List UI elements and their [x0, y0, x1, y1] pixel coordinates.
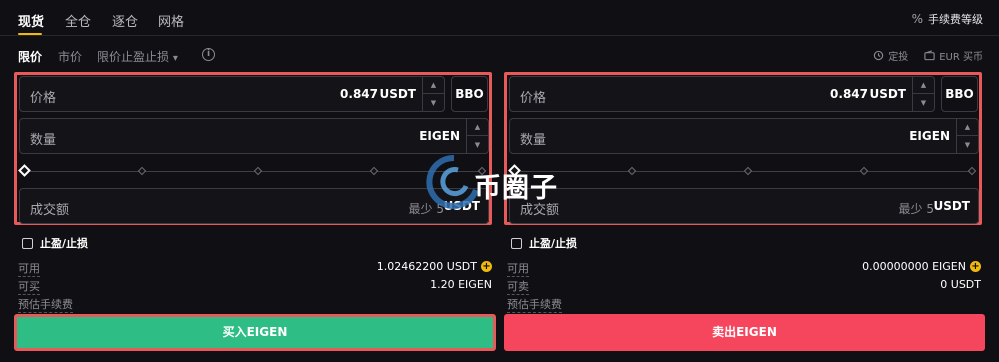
sell-quantity-unit: EIGEN: [909, 129, 950, 143]
buy-price-label: 价格: [30, 91, 57, 106]
sell-fee-label: 预估手续费: [507, 298, 562, 313]
slider-mark-75[interactable]: [369, 166, 379, 176]
buy-quantity-label: 数量: [30, 133, 57, 148]
sell-available-value: 0.00000000 EIGEN: [862, 260, 966, 273]
buy-submit-button[interactable]: 买入EIGEN: [14, 314, 496, 351]
sell-percent-slider[interactable]: [508, 164, 979, 178]
auto-invest-button[interactable]: 定投: [873, 48, 908, 63]
sell-fee-row: 预估手续费: [507, 296, 981, 313]
chevron-down-icon: ▾: [172, 53, 178, 64]
auto-invest-label: 定投: [888, 52, 909, 63]
sell-quantity-increment[interactable]: ▲: [957, 119, 978, 136]
sell-price-stepper: ▲ ▼: [912, 77, 934, 111]
buy-price-value: 0.847: [340, 87, 378, 101]
order-type-tpsl-label: 限价止盈止损: [97, 50, 170, 64]
sell-price-increment[interactable]: ▲: [913, 77, 934, 94]
sell-tpsl-label: 止盈/止损: [529, 237, 578, 250]
buy-price-decrement[interactable]: ▼: [423, 94, 444, 111]
order-type-market[interactable]: 市价: [58, 48, 82, 65]
buy-available-label: 可用: [18, 262, 40, 277]
slider-mark-100[interactable]: [477, 166, 487, 176]
buy-quantity-increment[interactable]: ▲: [467, 119, 488, 136]
info-icon[interactable]: i: [202, 48, 215, 61]
sell-bbo-button[interactable]: BBO: [941, 76, 978, 112]
buy-tpsl-label: 止盈/止损: [40, 237, 89, 250]
sell-price-unit: USDT: [869, 87, 906, 101]
sell-amount-label: 成交额: [520, 203, 560, 218]
sell-price-value: 0.847: [830, 87, 868, 101]
slider-mark-50[interactable]: [253, 166, 263, 176]
buy-tpsl-checkbox[interactable]: [22, 237, 33, 249]
buy-quantity-unit: EIGEN: [419, 129, 460, 143]
tab-grid[interactable]: 网格: [158, 11, 184, 30]
slider-mark-50[interactable]: [743, 166, 753, 176]
buy-price-unit: USDT: [379, 87, 416, 101]
buy-amount-field[interactable]: 成交额 最少 5 USDT: [19, 188, 489, 224]
slider-handle[interactable]: [508, 164, 521, 177]
tab-isolated-margin[interactable]: 逐仓: [112, 11, 138, 30]
sell-quantity-field[interactable]: 数量 EIGEN ▲ ▼: [509, 118, 979, 154]
sell-max-value: 0 USDT: [940, 278, 981, 291]
sell-amount-min: 最少 5: [898, 202, 934, 216]
sell-amount-field[interactable]: 成交额 最少 5 USDT: [509, 188, 979, 224]
buy-available-value: 1.02462200 USDT: [376, 260, 477, 273]
buy-max-label: 可买: [18, 280, 40, 295]
sell-quantity-decrement[interactable]: ▼: [957, 136, 978, 153]
percent-icon: %: [911, 12, 923, 26]
sell-tpsl-checkbox[interactable]: [511, 237, 522, 249]
slider-mark-25[interactable]: [137, 166, 147, 176]
sell-price-decrement[interactable]: ▼: [913, 94, 934, 111]
right-tools: 定投 EUR 买币: [873, 48, 983, 63]
buy-amount-label: 成交额: [30, 203, 70, 218]
order-type-limit[interactable]: 限价: [18, 48, 42, 65]
buy-bbo-button[interactable]: BBO: [451, 76, 488, 112]
sell-quantity-label: 数量: [520, 133, 547, 148]
active-tab-indicator: [18, 33, 42, 35]
slider-mark-75[interactable]: [859, 166, 869, 176]
sell-price-label: 价格: [520, 91, 547, 106]
buy-quantity-field[interactable]: 数量 EIGEN ▲ ▼: [19, 118, 489, 154]
slider-mark-25[interactable]: [627, 166, 637, 176]
tab-cross-margin[interactable]: 全仓: [65, 11, 91, 30]
buy-fiat-label: EUR 买币: [939, 52, 983, 63]
buy-fee-row: 预估手续费: [18, 296, 492, 313]
buy-max-value: 1.20 EIGEN: [430, 278, 492, 291]
sell-quantity-stepper: ▲ ▼: [956, 119, 978, 153]
tab-spot[interactable]: 现货: [18, 11, 44, 30]
add-funds-icon[interactable]: +: [481, 261, 492, 272]
buy-quantity-decrement[interactable]: ▼: [467, 136, 488, 153]
slider-mark-100[interactable]: [967, 166, 977, 176]
buy-fiat-button[interactable]: EUR 买币: [924, 48, 983, 63]
buy-available-row: 可用 1.02462200 USDT +: [18, 260, 492, 277]
sell-available-row: 可用 0.00000000 EIGEN +: [507, 260, 981, 277]
buy-fee-label: 预估手续费: [18, 298, 73, 313]
buy-price-field[interactable]: 价格 0.847 USDT ▲ ▼: [19, 76, 445, 112]
order-type-tpsl[interactable]: 限价止盈止损 ▾: [97, 48, 178, 65]
sell-max-row: 可卖 0 USDT: [507, 278, 981, 295]
sell-available-label: 可用: [507, 262, 529, 277]
buy-amount-min: 最少 5: [408, 202, 444, 216]
trade-mode-tabs: 现货 全仓 逐仓 网格 % 手续费等级: [0, 0, 999, 36]
sell-amount-unit: USDT: [933, 199, 970, 213]
buy-price-stepper: ▲ ▼: [422, 77, 444, 111]
sell-order-form: 价格 0.847 USDT ▲ ▼ BBO 数量 EIGEN ▲ ▼ 成交额 最…: [504, 72, 982, 225]
wallet-icon: [924, 50, 935, 61]
fee-level-label: 手续费等级: [928, 13, 983, 26]
sell-price-field[interactable]: 价格 0.847 USDT ▲ ▼: [509, 76, 935, 112]
buy-max-row: 可买 1.20 EIGEN: [18, 278, 492, 295]
sell-tpsl-toggle[interactable]: 止盈/止损: [511, 235, 577, 251]
buy-price-increment[interactable]: ▲: [423, 77, 444, 94]
buy-quantity-stepper: ▲ ▼: [466, 119, 488, 153]
add-funds-icon[interactable]: +: [970, 261, 981, 272]
sell-max-label: 可卖: [507, 280, 529, 295]
fee-level-link[interactable]: % 手续费等级: [912, 11, 983, 27]
slider-handle[interactable]: [18, 164, 31, 177]
auto-invest-icon: [874, 50, 884, 61]
sell-submit-button[interactable]: 卖出EIGEN: [504, 314, 985, 351]
buy-percent-slider[interactable]: [18, 164, 489, 178]
buy-order-form: 价格 0.847 USDT ▲ ▼ BBO 数量 EIGEN ▲ ▼ 成交额 最…: [14, 72, 492, 225]
buy-amount-unit: USDT: [443, 199, 480, 213]
buy-tpsl-toggle[interactable]: 止盈/止损: [22, 235, 88, 251]
